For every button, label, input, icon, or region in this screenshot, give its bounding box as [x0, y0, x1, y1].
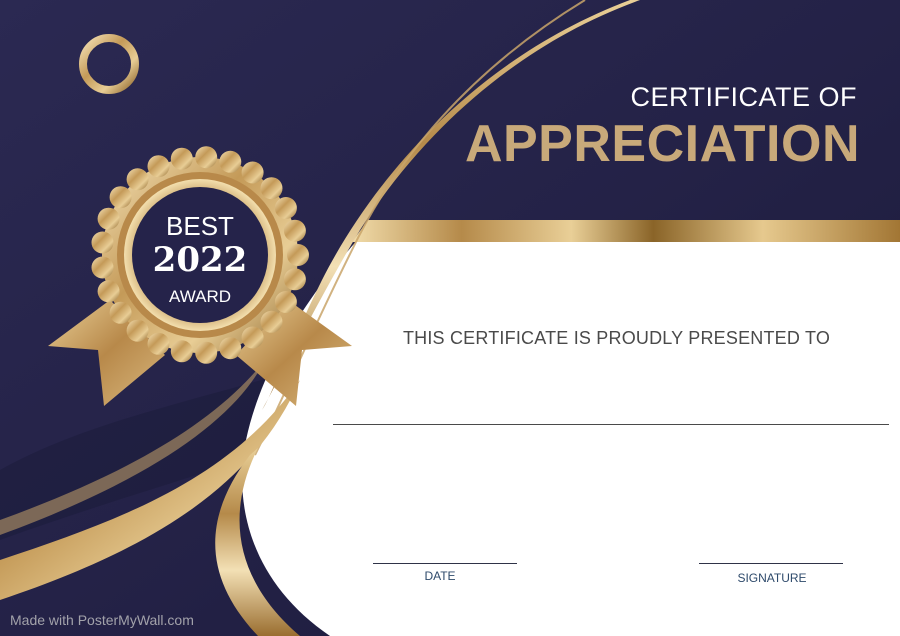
- watermark-text: Made with PosterMyWall.com: [10, 612, 194, 628]
- gold-band: [352, 220, 900, 242]
- signature-label: SIGNATURE: [737, 571, 807, 585]
- badge-best-text: BEST: [166, 211, 234, 241]
- badge-award-text: AWARD: [168, 287, 231, 306]
- badge-year-text: 2022: [152, 240, 248, 280]
- date-line: [373, 563, 517, 564]
- signature-line: [699, 563, 843, 564]
- heading-appreciation: APPRECIATION: [464, 115, 860, 173]
- certificate: CERTIFICATE OF APPRECIATION BEST 2022 AW…: [0, 0, 900, 636]
- recipient-name-line: [333, 424, 889, 425]
- presented-to-text: THIS CERTIFICATE IS PROUDLY PRESENTED TO: [402, 328, 831, 348]
- date-label: DATE: [424, 569, 456, 583]
- heading-certificate-of: CERTIFICATE OF: [630, 82, 857, 112]
